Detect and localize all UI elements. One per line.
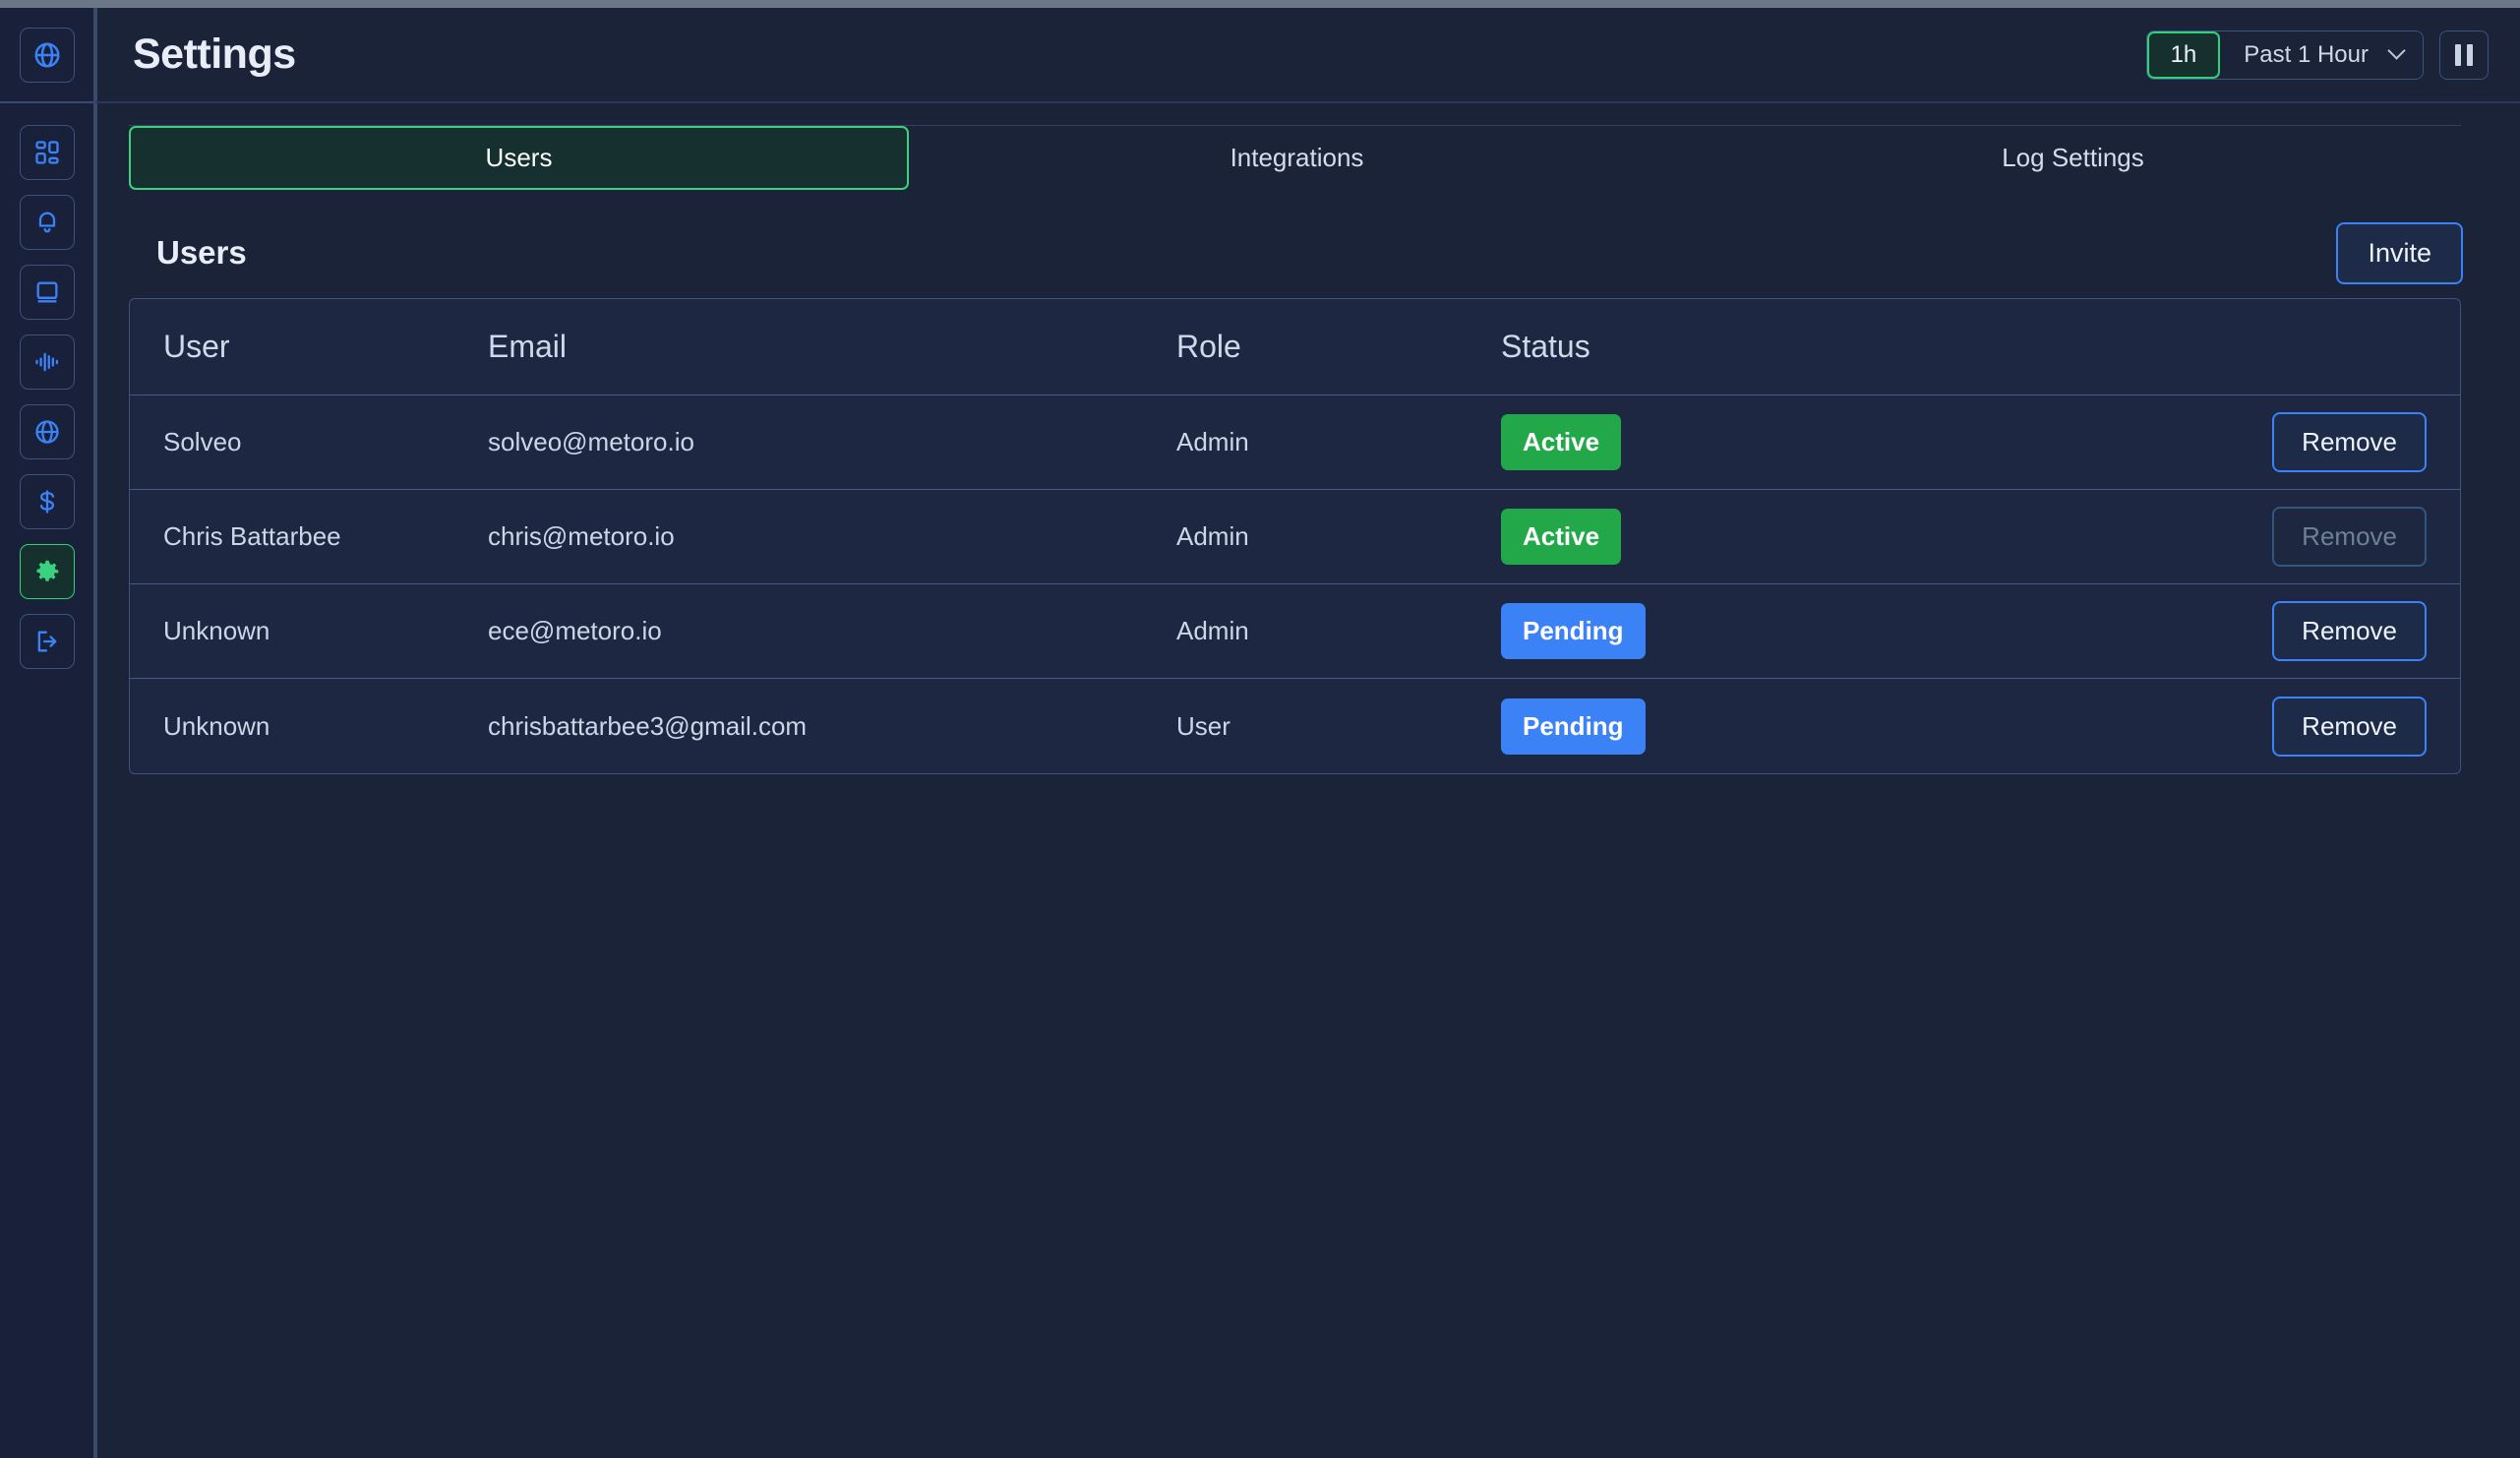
sidebar-logo-area	[0, 8, 93, 103]
sidebar-logo-button[interactable]	[19, 27, 75, 83]
sidebar-item-docs[interactable]	[19, 265, 75, 320]
cell-email: solveo@metoro.io	[488, 427, 694, 456]
cell-role: Admin	[1176, 427, 1249, 456]
users-table: User Email Role Status Solveo solveo@met…	[129, 298, 2461, 774]
status-badge: Pending	[1501, 603, 1646, 659]
table-row: Unknown chrisbattarbee3@gmail.com User P…	[130, 679, 2460, 773]
remove-button[interactable]: Remove	[2272, 412, 2427, 472]
waveform-icon	[33, 348, 61, 376]
column-header-status: Status	[1501, 329, 1590, 364]
remove-button[interactable]: Remove	[2272, 601, 2427, 661]
cell-email: chrisbattarbee3@gmail.com	[488, 710, 808, 741]
sidebar-item-settings[interactable]	[19, 544, 75, 599]
table-row: Solveo solveo@metoro.io Admin Active Rem…	[130, 395, 2460, 490]
sidebar-items	[0, 103, 93, 669]
time-range-label: Past 1 Hour	[2244, 40, 2369, 68]
section-title: Users	[156, 234, 247, 271]
sidebar-item-logout[interactable]	[19, 614, 75, 669]
column-header-email: Email	[488, 329, 568, 364]
status-badge: Pending	[1501, 698, 1646, 755]
remove-button-disabled: Remove	[2272, 507, 2427, 567]
cell-role: Admin	[1176, 616, 1249, 645]
table-row: Chris Battarbee chris@metoro.io Admin Ac…	[130, 490, 2460, 584]
cell-user: Solveo	[163, 427, 242, 456]
cell-actions: Remove	[2081, 507, 2427, 567]
column-header-user: User	[163, 329, 230, 364]
cell-actions: Remove	[2081, 601, 2427, 661]
app-root: Settings 1h Past 1 Hour Users Integratio…	[0, 0, 2520, 1458]
pause-icon-bar-left	[2455, 43, 2461, 66]
time-range-badge[interactable]: 1h	[2146, 30, 2221, 79]
cell-status: Pending	[1501, 603, 2081, 659]
dashboard-grid-icon	[33, 139, 61, 166]
sidebar-item-traces[interactable]	[19, 334, 75, 390]
table-header-row: User Email Role Status	[130, 299, 2460, 395]
gear-icon	[32, 557, 62, 586]
cell-status: Active	[1501, 509, 2081, 565]
remove-button[interactable]: Remove	[2272, 696, 2427, 757]
page-header: Settings 1h Past 1 Hour	[95, 8, 2520, 103]
globe-icon	[32, 40, 62, 70]
column-header-role: Role	[1176, 329, 1241, 364]
book-icon	[33, 278, 61, 306]
browser-chrome-strip	[0, 0, 2520, 8]
status-badge: Active	[1501, 509, 1622, 565]
tab-log-settings[interactable]: Log Settings	[1685, 126, 2461, 190]
cell-status: Active	[1501, 414, 2081, 470]
cell-user: Unknown	[163, 710, 270, 741]
sidebar-item-billing[interactable]	[19, 474, 75, 529]
bell-icon	[33, 209, 61, 236]
cell-status: Pending	[1501, 698, 2081, 755]
settings-tabs: Users Integrations Log Settings	[129, 125, 2461, 190]
cell-user: Chris Battarbee	[163, 521, 341, 551]
time-range-selector[interactable]: 1h Past 1 Hour	[2145, 30, 2424, 80]
cell-email: chris@metoro.io	[488, 521, 675, 551]
header-controls: 1h Past 1 Hour	[2145, 30, 2489, 80]
section-header: Users Invite	[129, 208, 2489, 298]
sidebar-item-network[interactable]	[19, 404, 75, 459]
logout-icon	[33, 628, 61, 655]
sidebar	[0, 8, 95, 1458]
cell-role: Admin	[1176, 521, 1249, 551]
cell-actions: Remove	[2081, 412, 2427, 472]
sidebar-item-dashboard[interactable]	[19, 125, 75, 180]
dollar-icon	[33, 488, 61, 516]
table-row: Unknown ece@metoro.io Admin Pending Remo…	[130, 584, 2460, 679]
tab-integrations[interactable]: Integrations	[909, 126, 1685, 190]
chevron-down-icon	[2387, 41, 2406, 60]
globe-icon	[33, 418, 61, 446]
main-content: Users Integrations Log Settings Users In…	[95, 103, 2520, 1458]
time-range-dropdown[interactable]: Past 1 Hour	[2220, 31, 2423, 79]
status-badge: Active	[1501, 414, 1622, 470]
cell-role: User	[1176, 710, 1230, 741]
sidebar-item-alerts[interactable]	[19, 195, 75, 250]
pause-icon-bar-right	[2467, 43, 2473, 66]
invite-button[interactable]: Invite	[2336, 221, 2463, 284]
cell-email: ece@metoro.io	[488, 616, 662, 645]
page-title: Settings	[133, 30, 296, 78]
tab-users[interactable]: Users	[129, 126, 909, 190]
cell-actions: Remove	[2081, 696, 2427, 757]
pause-button[interactable]	[2439, 30, 2489, 80]
cell-user: Unknown	[163, 616, 270, 645]
